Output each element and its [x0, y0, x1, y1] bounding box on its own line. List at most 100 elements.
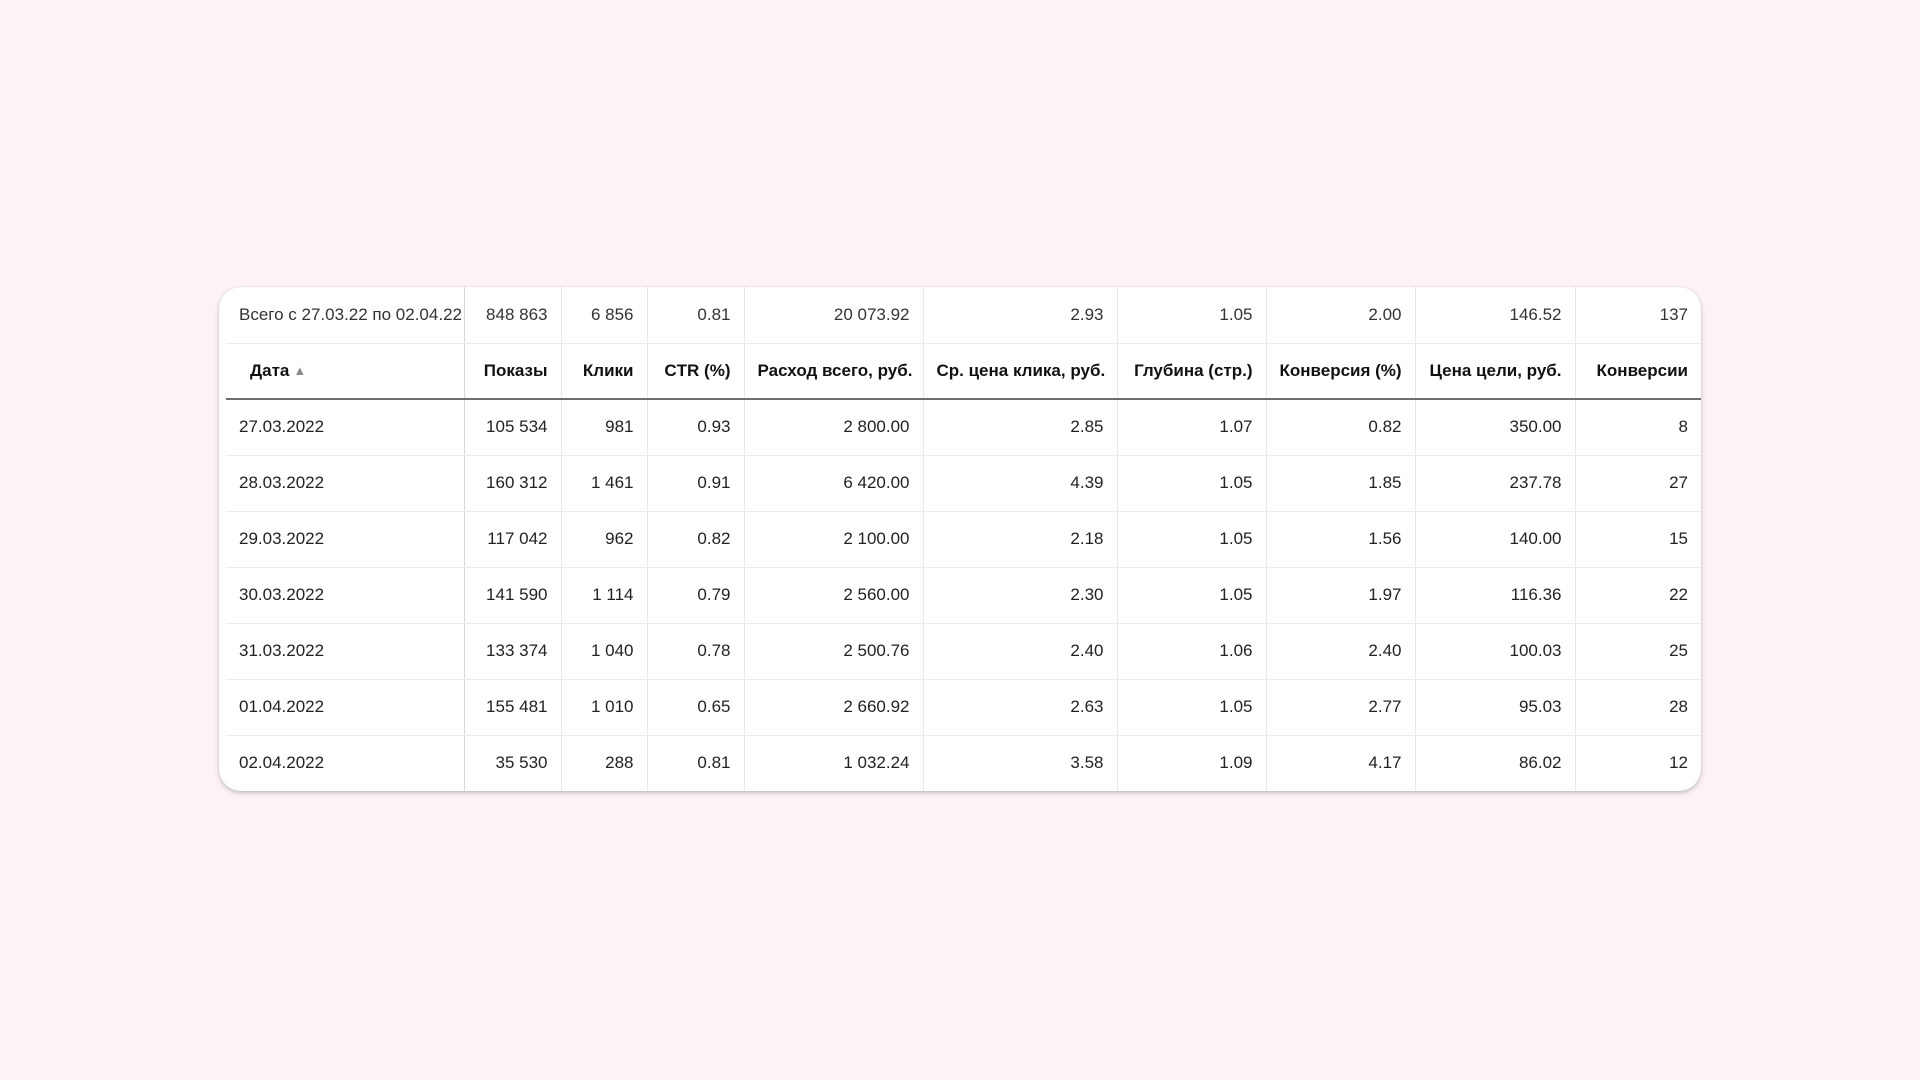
total-row: Всего с 27.03.22 по 02.04.22 848 863 6 8… [226, 287, 1701, 344]
total-label: Всего с 27.03.22 по 02.04.22 [226, 287, 465, 344]
cell-spend: 2 560.00 [744, 567, 924, 624]
cell-spend: 2 660.92 [744, 679, 924, 736]
cell-depth: 1.09 [1117, 735, 1267, 791]
total-conversions: 137 [1575, 287, 1701, 344]
cell-conversions: 8 [1575, 399, 1701, 456]
total-conversion-rate: 2.00 [1266, 287, 1416, 344]
cell-conversion-rate: 2.77 [1266, 679, 1416, 736]
cell-ctr: 0.93 [647, 399, 745, 456]
cell-impressions: 141 590 [464, 567, 562, 624]
cell-goal-cost: 116.36 [1415, 567, 1576, 624]
cell-ctr: 0.65 [647, 679, 745, 736]
cell-goal-cost: 237.78 [1415, 455, 1576, 512]
total-impressions: 848 863 [464, 287, 562, 344]
table-row: 02.04.2022 35 530 288 0.81 1 032.24 3.58… [226, 735, 1701, 791]
cell-goal-cost: 350.00 [1415, 399, 1576, 456]
statistics-card: Всего с 27.03.22 по 02.04.22 848 863 6 8… [219, 287, 1701, 791]
cell-date: 01.04.2022 [226, 679, 465, 736]
cell-conversions: 27 [1575, 455, 1701, 512]
cell-impressions: 105 534 [464, 399, 562, 456]
cell-spend: 2 500.76 [744, 623, 924, 680]
cell-avg-cpc: 3.58 [923, 735, 1118, 791]
cell-spend: 1 032.24 [744, 735, 924, 791]
cell-conversions: 15 [1575, 511, 1701, 568]
table-row: 28.03.2022 160 312 1 461 0.91 6 420.00 4… [226, 455, 1701, 512]
cell-avg-cpc: 2.18 [923, 511, 1118, 568]
cell-clicks: 1 461 [561, 455, 648, 512]
total-avg-cpc: 2.93 [923, 287, 1118, 344]
cell-goal-cost: 100.03 [1415, 623, 1576, 680]
column-header-conversions[interactable]: Конверсии [1575, 343, 1701, 400]
header-row: Дата ▲ Показы Клики CTR (%) Расход всего,… [226, 343, 1701, 400]
cell-depth: 1.05 [1117, 511, 1267, 568]
cell-ctr: 0.82 [647, 511, 745, 568]
cell-avg-cpc: 4.39 [923, 455, 1118, 512]
table-row: 30.03.2022 141 590 1 114 0.79 2 560.00 2… [226, 567, 1701, 624]
column-header-clicks[interactable]: Клики [561, 343, 648, 400]
cell-impressions: 133 374 [464, 623, 562, 680]
cell-impressions: 117 042 [464, 511, 562, 568]
cell-depth: 1.05 [1117, 679, 1267, 736]
cell-clicks: 1 114 [561, 567, 648, 624]
cell-date: 27.03.2022 [226, 399, 465, 456]
cell-clicks: 1 040 [561, 623, 648, 680]
cell-goal-cost: 86.02 [1415, 735, 1576, 791]
column-header-avg-cpc[interactable]: Ср. цена клика, руб. [923, 343, 1118, 400]
cell-goal-cost: 140.00 [1415, 511, 1576, 568]
column-header-date[interactable]: Дата ▲ [226, 343, 465, 400]
table-row: 01.04.2022 155 481 1 010 0.65 2 660.92 2… [226, 679, 1701, 736]
table-row: 31.03.2022 133 374 1 040 0.78 2 500.76 2… [226, 623, 1701, 680]
column-header-impressions[interactable]: Показы [464, 343, 562, 400]
table-row: 27.03.2022 105 534 981 0.93 2 800.00 2.8… [226, 399, 1701, 456]
cell-date: 28.03.2022 [226, 455, 465, 512]
cell-ctr: 0.78 [647, 623, 745, 680]
table-row: 29.03.2022 117 042 962 0.82 2 100.00 2.1… [226, 511, 1701, 568]
cell-clicks: 962 [561, 511, 648, 568]
cell-depth: 1.06 [1117, 623, 1267, 680]
cell-impressions: 35 530 [464, 735, 562, 791]
cell-clicks: 288 [561, 735, 648, 791]
cell-spend: 6 420.00 [744, 455, 924, 512]
cell-conversion-rate: 2.40 [1266, 623, 1416, 680]
cell-impressions: 160 312 [464, 455, 562, 512]
cell-depth: 1.05 [1117, 455, 1267, 512]
total-goal-cost: 146.52 [1415, 287, 1576, 344]
total-depth: 1.05 [1117, 287, 1267, 344]
column-header-conversion-rate[interactable]: Конверсия (%) [1266, 343, 1416, 400]
cell-spend: 2 800.00 [744, 399, 924, 456]
column-header-depth[interactable]: Глубина (стр.) [1117, 343, 1267, 400]
cell-spend: 2 100.00 [744, 511, 924, 568]
column-header-ctr[interactable]: CTR (%) [647, 343, 745, 400]
cell-conversion-rate: 4.17 [1266, 735, 1416, 791]
cell-date: 30.03.2022 [226, 567, 465, 624]
total-spend: 20 073.92 [744, 287, 924, 344]
cell-avg-cpc: 2.63 [923, 679, 1118, 736]
cell-conversion-rate: 1.85 [1266, 455, 1416, 512]
cell-conversion-rate: 0.82 [1266, 399, 1416, 456]
cell-impressions: 155 481 [464, 679, 562, 736]
cell-conversion-rate: 1.97 [1266, 567, 1416, 624]
cell-depth: 1.07 [1117, 399, 1267, 456]
total-clicks: 6 856 [561, 287, 648, 344]
cell-ctr: 0.91 [647, 455, 745, 512]
triangle-up-icon: ▲ [293, 362, 307, 378]
cell-date: 31.03.2022 [226, 623, 465, 680]
cell-clicks: 1 010 [561, 679, 648, 736]
cell-avg-cpc: 2.40 [923, 623, 1118, 680]
cell-conversions: 25 [1575, 623, 1701, 680]
cell-ctr: 0.79 [647, 567, 745, 624]
cell-clicks: 981 [561, 399, 648, 456]
cell-ctr: 0.81 [647, 735, 745, 791]
column-header-goal-cost[interactable]: Цена цели, руб. [1415, 343, 1576, 400]
cell-depth: 1.05 [1117, 567, 1267, 624]
cell-goal-cost: 95.03 [1415, 679, 1576, 736]
cell-conversions: 22 [1575, 567, 1701, 624]
statistics-table: Всего с 27.03.22 по 02.04.22 848 863 6 8… [226, 287, 1701, 791]
total-ctr: 0.81 [647, 287, 745, 344]
column-header-spend[interactable]: Расход всего, руб. [744, 343, 924, 400]
cell-conversions: 28 [1575, 679, 1701, 736]
cell-conversions: 12 [1669, 753, 1688, 773]
cell-date: 02.04.2022 [226, 735, 465, 791]
cell-conversion-rate: 1.56 [1266, 511, 1416, 568]
cell-avg-cpc: 2.30 [923, 567, 1118, 624]
